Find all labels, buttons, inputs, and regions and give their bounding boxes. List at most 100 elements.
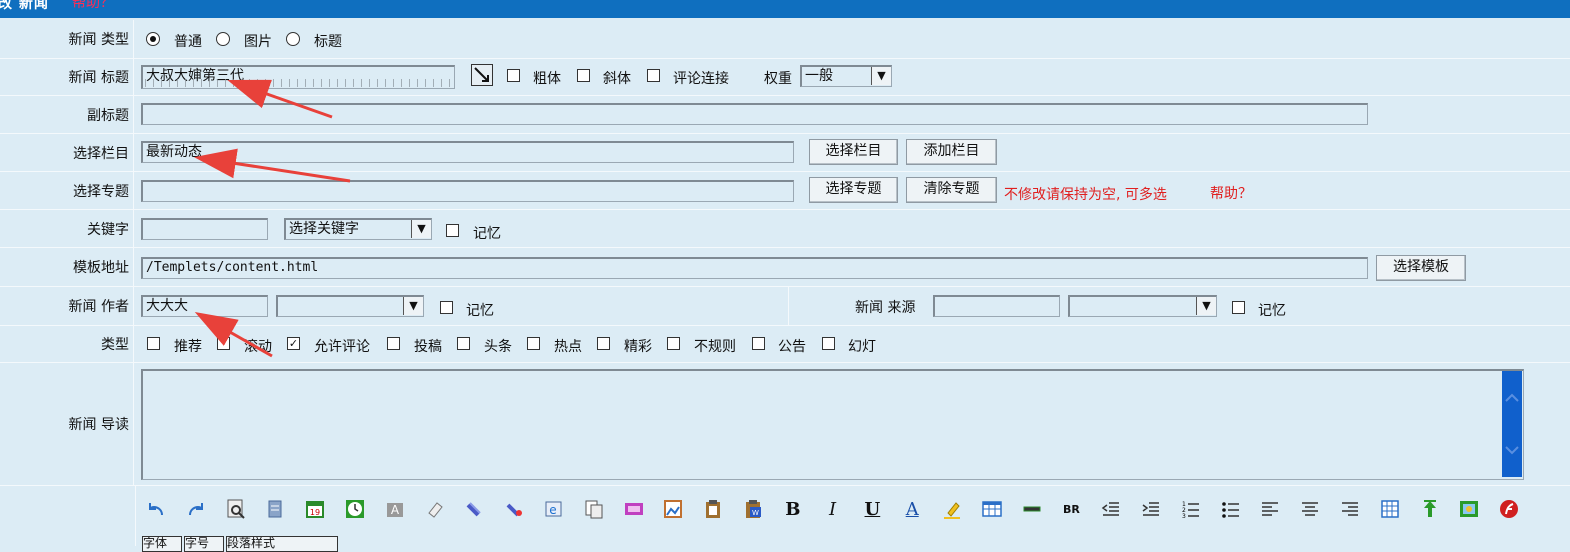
add-column-button[interactable]: 添加栏目 [906,139,997,165]
flag-scroll-checkbox[interactable] [217,337,230,350]
flag-hot-checkbox[interactable] [527,337,540,350]
calendar-icon-graphic: 19 [306,501,325,518]
color-picker-icon[interactable] [471,64,493,86]
flag-irregular-checkbox[interactable] [667,337,680,350]
table-icon[interactable] [978,492,1006,526]
format-icon-graphic: A [386,503,403,517]
weight-select[interactable]: 一般 ▼ [800,65,892,87]
unlink-icon[interactable] [500,492,528,526]
radio-image[interactable] [216,32,230,46]
media-icon-graphic [624,503,643,515]
textarea-scrollbar[interactable] [1502,371,1522,477]
bold-checkbox[interactable] [507,69,520,82]
lead-row: 新闻 导读 [0,363,1570,486]
align-center-icon[interactable] [1296,492,1324,526]
source-remember-checkbox[interactable] [1232,301,1245,314]
underline-icon-glyph: U [864,498,881,520]
underline-icon[interactable]: U [858,492,886,526]
ordered-list-icon[interactable]: 123 [1177,492,1205,526]
redo-icon[interactable] [182,492,210,526]
lead-textarea[interactable] [141,369,1524,480]
clock-icon[interactable] [341,492,369,526]
editor-toolbar: 19 Ae W B I U A BR 1 2 3 [142,492,1542,528]
find-icon[interactable] [222,492,250,526]
copy-icon[interactable] [580,492,608,526]
unordered-list-icon[interactable] [1217,492,1245,526]
clear-topic-button[interactable]: 清除专题 [906,177,997,203]
flag-headline-checkbox[interactable] [457,337,470,350]
paragraph-style-select[interactable]: 段落样式 [226,536,338,552]
select-topic-button[interactable]: 选择专题 [809,177,898,203]
grid-icon[interactable] [1376,492,1404,526]
hr-icon-graphic [1023,506,1041,512]
select-column-button[interactable]: 选择栏目 [809,139,898,165]
keyword-select[interactable]: 选择关键字 ▼ [284,218,432,240]
br-icon[interactable]: BR [1057,492,1085,526]
source-select[interactable]: ▼ [1068,295,1217,317]
flash-icon[interactable] [1495,492,1523,526]
select-template-button[interactable]: 选择模板 [1376,255,1466,281]
help-link[interactable]: 帮助？ [72,0,114,10]
undo-icon[interactable] [142,492,170,526]
highlight-icon[interactable] [938,492,966,526]
eraser-icon[interactable] [421,492,449,526]
flag-scroll-label: 滚动 [244,339,272,355]
paste-word-icon[interactable]: W [739,492,767,526]
subtitle-input[interactable] [141,103,1368,125]
topic-label: 选择专题 [0,172,134,209]
upload-icon[interactable] [1416,492,1444,526]
column-input[interactable]: 最新动态 [141,141,794,163]
align-left-icon[interactable] [1256,492,1284,526]
flag-notice-checkbox[interactable] [752,337,765,350]
hr-icon[interactable] [1018,492,1046,526]
clipboard-icon[interactable] [261,492,289,526]
keyword-label: 关键字 [0,210,134,247]
author-input[interactable]: 大大大 [141,295,268,317]
font-select[interactable]: 字体 [142,536,182,552]
title-input[interactable]: 大叔大婶第三代 [141,65,455,89]
keyword-remember-checkbox[interactable] [446,224,459,237]
flags-row: 类型 推荐 滚动 ✓ 允许评论 投稿 头条 热点 精彩 不规则 公告 幻灯 [0,326,1570,363]
author-remember-checkbox[interactable] [440,301,453,314]
svg-text:W: W [752,509,759,517]
paste-word-icon-graphic: W [746,500,761,518]
font-size-select[interactable]: 字号 [184,536,224,552]
web-icon[interactable]: e [540,492,568,526]
flag-featured-checkbox[interactable] [597,337,610,350]
flag-recommend-checkbox[interactable] [147,337,160,350]
media-icon[interactable] [620,492,648,526]
flag-allow-comment-checkbox[interactable]: ✓ [287,337,300,350]
author-select[interactable]: ▼ [276,295,424,317]
flag-slideshow-checkbox[interactable] [822,337,835,350]
ruler-graphic [145,79,452,87]
image-icon-graphic [664,500,683,518]
br-icon-glyph: BR [1062,502,1080,516]
radio-normal[interactable] [146,32,160,46]
link-icon[interactable] [460,492,488,526]
subtitle-label: 副标题 [0,96,134,133]
align-right-icon[interactable] [1336,492,1364,526]
font-color-icon[interactable]: A [898,492,926,526]
format-icon[interactable]: A [381,492,409,526]
svg-text:3: 3 [1182,513,1186,520]
template-input[interactable]: /Templets/content.html [141,257,1368,279]
radio-normal-label: 普通 [174,34,202,50]
paste-icon[interactable] [699,492,727,526]
topic-input[interactable] [141,180,794,202]
picture-icon[interactable] [1455,492,1483,526]
comment-link-checkbox[interactable] [647,69,660,82]
author-remember-label: 记忆 [466,303,494,319]
source-input[interactable] [933,295,1060,317]
calendar-icon[interactable]: 19 [301,492,329,526]
image-icon[interactable] [659,492,687,526]
topic-help-link[interactable]: 帮助？ [1210,183,1252,203]
keyword-input[interactable] [141,218,268,240]
page-title: 改 新闻 [0,0,49,12]
bold-icon[interactable]: B [779,492,807,526]
italic-checkbox[interactable] [577,69,590,82]
italic-icon[interactable]: I [819,492,847,526]
indent-icon[interactable] [1137,492,1165,526]
outdent-icon[interactable] [1097,492,1125,526]
flag-submission-checkbox[interactable] [387,337,400,350]
radio-title[interactable] [286,32,300,46]
